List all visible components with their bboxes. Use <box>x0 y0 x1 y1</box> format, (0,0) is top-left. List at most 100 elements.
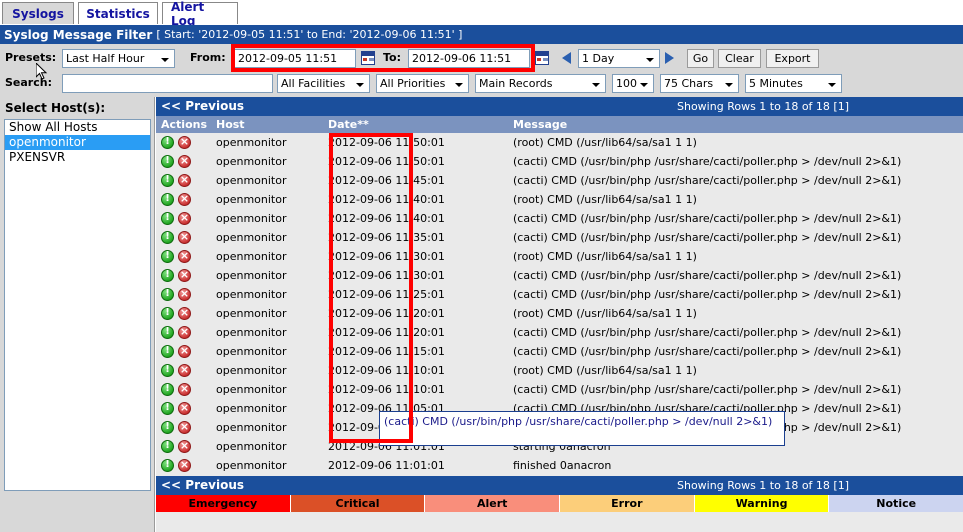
delete-icon[interactable] <box>178 287 191 301</box>
interval-select[interactable]: 1 Day <box>578 49 660 68</box>
row-actions <box>161 382 206 396</box>
row-message: (cacti) CMD (/usr/bin/php /usr/share/cac… <box>513 345 902 358</box>
info-icon[interactable] <box>161 287 174 301</box>
severity-legend-item[interactable]: Error <box>560 495 695 512</box>
info-icon[interactable] <box>161 192 174 206</box>
table-row[interactable]: openmonitor 2012-09-06 11:10:01 (cacti) CM… <box>156 380 963 399</box>
host-item-openmonitor[interactable]: openmonitor <box>5 135 150 150</box>
table-row[interactable]: openmonitor 2012-09-06 11:01:01 finished 0… <box>156 456 963 475</box>
to-label: To: <box>383 51 401 64</box>
delete-icon[interactable] <box>178 382 191 396</box>
info-icon[interactable] <box>161 230 174 244</box>
severity-legend-item[interactable]: Alert <box>425 495 561 512</box>
column-header-date[interactable]: Date** <box>328 118 369 131</box>
row-actions <box>161 363 206 377</box>
table-row[interactable]: openmonitor 2012-09-06 11:10:01 (root) CMD… <box>156 361 963 380</box>
table-row[interactable]: openmonitor 2012-09-06 11:50:01 (cacti) CM… <box>156 152 963 171</box>
info-icon[interactable] <box>161 401 174 415</box>
delete-icon[interactable] <box>178 211 191 225</box>
host-item-show-all[interactable]: Show All Hosts <box>5 120 150 135</box>
previous-page-link-bottom[interactable]: << Previous <box>161 478 244 492</box>
table-row[interactable]: openmonitor 2012-09-06 11:25:01 (cacti) CM… <box>156 285 963 304</box>
row-host: openmonitor <box>216 231 287 244</box>
table-row[interactable]: openmonitor 2012-09-06 11:15:01 (cacti) CM… <box>156 342 963 361</box>
info-icon[interactable] <box>161 154 174 168</box>
severity-legend-item[interactable]: Emergency <box>156 495 291 512</box>
next-interval-arrow-icon[interactable] <box>665 52 674 64</box>
tab-syslogs[interactable]: Syslogs <box>2 2 74 24</box>
column-header-message[interactable]: Message <box>513 118 567 131</box>
delete-icon[interactable] <box>178 420 191 434</box>
to-date-input[interactable]: 2012-09-06 11:51 <box>408 49 530 68</box>
table-row[interactable]: openmonitor 2012-09-06 11:50:01 (root) CMD… <box>156 133 963 152</box>
host-item-pxensvr[interactable]: PXENSVR <box>5 150 150 165</box>
delete-icon[interactable] <box>178 401 191 415</box>
presets-select[interactable]: Last Half Hour <box>62 49 175 68</box>
info-icon[interactable] <box>161 306 174 320</box>
info-icon[interactable] <box>161 439 174 453</box>
table-row[interactable]: openmonitor 2012-09-06 11:20:01 (cacti) CM… <box>156 323 963 342</box>
info-icon[interactable] <box>161 249 174 263</box>
info-icon[interactable] <box>161 135 174 149</box>
previous-interval-arrow-icon[interactable] <box>562 52 571 64</box>
info-icon[interactable] <box>161 173 174 187</box>
records-select[interactable]: Main Records <box>475 74 606 93</box>
delete-icon[interactable] <box>178 306 191 320</box>
row-actions <box>161 192 206 206</box>
facilities-select[interactable]: All Facilities <box>277 74 370 93</box>
from-date-input[interactable]: 2012-09-05 11:51 <box>234 49 356 68</box>
clear-button[interactable]: Clear <box>718 49 761 68</box>
info-icon[interactable] <box>161 211 174 225</box>
delete-icon[interactable] <box>178 249 191 263</box>
row-message: (root) CMD (/usr/lib64/sa/sa1 1 1) <box>513 136 697 149</box>
host-listbox[interactable]: Show All Hosts openmonitor PXENSVR <box>4 119 151 491</box>
previous-page-link-top[interactable]: << Previous <box>161 99 244 113</box>
calendar-icon-to[interactable] <box>535 51 549 65</box>
table-row[interactable]: openmonitor 2012-09-06 11:40:01 (cacti) CM… <box>156 209 963 228</box>
delete-icon[interactable] <box>178 154 191 168</box>
delete-icon[interactable] <box>178 173 191 187</box>
tab-statistics[interactable]: Statistics <box>78 2 158 24</box>
severity-legend-item[interactable]: Warning <box>694 495 830 512</box>
delete-icon[interactable] <box>178 439 191 453</box>
table-row[interactable]: openmonitor 2012-09-06 11:45:01 (cacti) CM… <box>156 171 963 190</box>
info-icon[interactable] <box>161 382 174 396</box>
info-icon[interactable] <box>161 420 174 434</box>
tab-alert-log[interactable]: Alert Log <box>162 0 238 28</box>
table-row[interactable]: openmonitor 2012-09-06 11:30:01 (root) CMD… <box>156 247 963 266</box>
table-row[interactable]: openmonitor 2012-09-06 11:35:01 (cacti) CM… <box>156 228 963 247</box>
row-host: openmonitor <box>216 326 287 339</box>
delete-icon[interactable] <box>178 192 191 206</box>
info-icon[interactable] <box>161 344 174 358</box>
from-label: From: <box>190 51 226 64</box>
info-icon[interactable] <box>161 325 174 339</box>
row-message: (root) CMD (/usr/lib64/sa/sa1 1 1) <box>513 364 697 377</box>
delete-icon[interactable] <box>178 325 191 339</box>
table-row[interactable]: openmonitor 2012-09-06 11:20:01 (root) CMD… <box>156 304 963 323</box>
search-input[interactable] <box>62 74 273 93</box>
table-row[interactable]: openmonitor 2012-09-06 11:40:01 (root) CMD… <box>156 190 963 209</box>
delete-icon[interactable] <box>178 458 191 472</box>
calendar-icon-from[interactable] <box>361 51 375 65</box>
export-button[interactable]: Export <box>766 49 819 68</box>
chars-select[interactable]: 75 Chars <box>660 74 739 93</box>
delete-icon[interactable] <box>178 135 191 149</box>
go-button[interactable]: Go <box>687 49 714 68</box>
delete-icon[interactable] <box>178 363 191 377</box>
row-date: 2012-09-06 11:25:01 <box>328 288 445 301</box>
refresh-interval-select[interactable]: 5 Minutes <box>745 74 842 93</box>
row-host: openmonitor <box>216 364 287 377</box>
priorities-select[interactable]: All Priorities <box>376 74 469 93</box>
column-header-host[interactable]: Host <box>216 118 245 131</box>
delete-icon[interactable] <box>178 268 191 282</box>
info-icon[interactable] <box>161 363 174 377</box>
info-icon[interactable] <box>161 458 174 472</box>
delete-icon[interactable] <box>178 344 191 358</box>
severity-legend-item[interactable]: Notice <box>829 495 963 512</box>
delete-icon[interactable] <box>178 230 191 244</box>
info-icon[interactable] <box>161 268 174 282</box>
rowcount-select[interactable]: 100 <box>612 74 654 93</box>
severity-legend-item[interactable]: Critical <box>290 495 426 512</box>
row-date: 2012-09-06 11:30:01 <box>328 250 445 263</box>
table-row[interactable]: openmonitor 2012-09-06 11:30:01 (cacti) CM… <box>156 266 963 285</box>
